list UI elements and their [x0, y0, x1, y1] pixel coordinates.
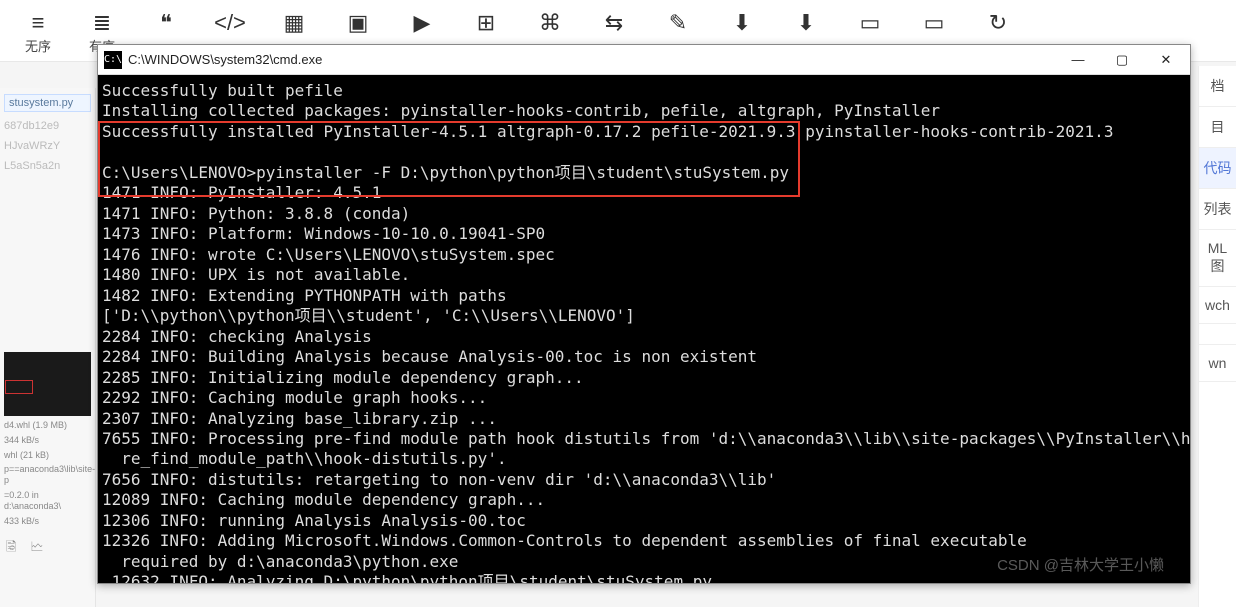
toolbar-icon: ▶: [414, 10, 431, 36]
download-info: p==anaconda3\lib\site-p: [4, 464, 91, 486]
maximize-button[interactable]: ▢: [1100, 45, 1144, 75]
minimize-button[interactable]: —: [1056, 45, 1100, 75]
download-info: 344 kB/s: [4, 435, 91, 446]
download-info: =0.2.0 in d:\anaconda3\: [4, 490, 91, 512]
cmd-icon: C:\: [104, 51, 122, 69]
toolbar-item-2[interactable]: ❝: [138, 6, 194, 40]
toolbar-item-0[interactable]: ≡无序: [10, 6, 66, 59]
toolbar-icon: ↻: [989, 10, 1007, 36]
toolbar-icon: ⬇: [797, 10, 815, 36]
toolbar-icon: ≡: [32, 10, 45, 36]
toolbar-item-8[interactable]: ⌘: [522, 6, 578, 40]
toolbar-item-6[interactable]: ▶: [394, 6, 450, 40]
toolbar-icon: ⊞: [477, 10, 495, 36]
toolbar-label: 无序: [25, 36, 51, 55]
toolbar-icon: </>: [214, 10, 246, 36]
toolbar-item-4[interactable]: ▦: [266, 6, 322, 40]
toolbar-icon: ⇆: [605, 10, 623, 36]
left-sidebar: stusystem.py 687db12e9 HJvaWRzY L5aSn5a2…: [0, 88, 96, 607]
toolbar-icon: ▭: [924, 10, 945, 36]
ghost-text: 687db12e9: [4, 120, 91, 132]
ghost-text: HJvaWRzY: [4, 140, 91, 152]
toolbar-item-7[interactable]: ⊞: [458, 6, 514, 40]
toolbar-item-5[interactable]: ▣: [330, 6, 386, 40]
download-info: 433 kB/s: [4, 516, 91, 527]
right-item-0[interactable]: 档: [1199, 66, 1236, 107]
right-item-5[interactable]: wch: [1199, 287, 1236, 324]
toolbar-icon: ▭: [860, 10, 881, 36]
toolbar-item-13[interactable]: ▭: [842, 6, 898, 40]
mini-preview: [4, 352, 91, 416]
right-item-7[interactable]: wn: [1199, 345, 1236, 382]
titlebar[interactable]: C:\ C:\WINDOWS\system32\cmd.exe — ▢ ✕: [98, 45, 1190, 75]
toolbar-item-14[interactable]: ▭: [906, 6, 962, 40]
cmd-window: C:\ C:\WINDOWS\system32\cmd.exe — ▢ ✕ Su…: [97, 44, 1191, 584]
toolbar-icon: ⬇: [733, 10, 751, 36]
highlight-box: [98, 121, 800, 197]
toolbar-icon: ✎: [669, 10, 687, 36]
toolbar-icon: ▦: [284, 10, 305, 36]
toolbar-item-9[interactable]: ⇆: [586, 6, 642, 40]
window-title: C:\WINDOWS\system32\cmd.exe: [128, 52, 1056, 67]
terminal-output[interactable]: Successfully built pefile Installing col…: [98, 75, 1190, 583]
right-item-6[interactable]: [1199, 324, 1236, 345]
video-icon[interactable]: 🗠: [30, 538, 43, 560]
toolbar-item-3[interactable]: </>: [202, 6, 258, 40]
doc-icon[interactable]: 🗟: [6, 538, 16, 560]
download-info: d4.whl (1.9 MB): [4, 420, 91, 431]
toolbar-icon: ≣: [93, 10, 111, 36]
ghost-text: L5aSn5a2n: [4, 160, 91, 172]
file-chip[interactable]: stusystem.py: [4, 94, 91, 112]
mini-icon-row: 🗟 🗠: [6, 538, 44, 560]
toolbar-item-11[interactable]: ⬇: [714, 6, 770, 40]
right-item-3[interactable]: 列表: [1199, 189, 1236, 230]
right-item-1[interactable]: 目: [1199, 107, 1236, 148]
toolbar-icon: ⌘: [539, 10, 561, 36]
toolbar-item-15[interactable]: ↻: [970, 6, 1026, 40]
toolbar-icon: ▣: [348, 10, 369, 36]
right-sidebar: 档目代码列表ML图wch wn: [1198, 66, 1236, 607]
download-info: whl (21 kB): [4, 450, 91, 461]
toolbar-icon: ❝: [160, 10, 172, 36]
toolbar-item-10[interactable]: ✎: [650, 6, 706, 40]
right-item-4[interactable]: ML图: [1199, 230, 1236, 287]
window-buttons: — ▢ ✕: [1056, 45, 1188, 75]
toolbar-item-12[interactable]: ⬇: [778, 6, 834, 40]
watermark: CSDN @吉林大学王小懒: [997, 556, 1164, 575]
right-item-2[interactable]: 代码: [1199, 148, 1236, 189]
close-button[interactable]: ✕: [1144, 45, 1188, 75]
